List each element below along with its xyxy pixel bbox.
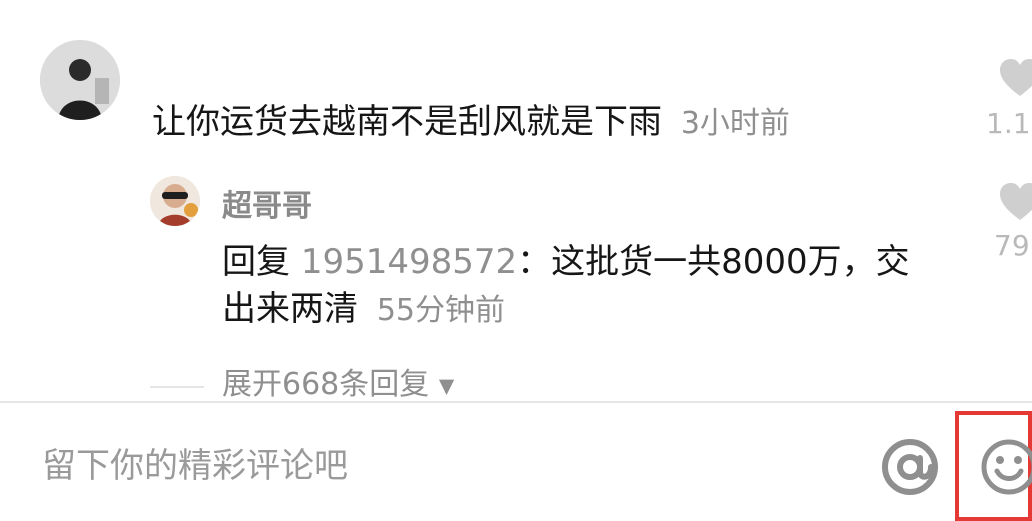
caret-down-icon: ▼ <box>438 373 455 398</box>
user-avatar-icon <box>40 40 120 120</box>
input-bar-top-divider <box>0 401 1032 403</box>
reply-username[interactable]: 超哥哥 <box>222 181 312 225</box>
comment-input-bar: 留下你的精彩评论吧 <box>0 401 1032 521</box>
reply-time: 55分钟前 <box>376 293 505 328</box>
comment-body: 让你运货去越南不是刮风就是下雨 <box>152 102 662 142</box>
comment-input-placeholder: 留下你的精彩评论吧 <box>42 446 348 486</box>
reply-body-line2: 出来两清 <box>222 289 358 329</box>
reply-author-avatar[interactable] <box>150 176 200 226</box>
reply-prefix: 回复 <box>222 242 290 282</box>
reply-like-button[interactable] <box>998 182 1032 224</box>
mention-button[interactable] <box>879 436 941 498</box>
reply-text-line1: 回复 1951498572：这批货一共8000万，交 <box>222 241 910 283</box>
reply-mention[interactable]: 1951498572 <box>301 242 517 282</box>
emoji-button[interactable] <box>978 436 1032 498</box>
expand-divider-line <box>150 386 204 388</box>
heart-icon <box>1000 183 1032 220</box>
comment-author-avatar[interactable] <box>40 40 120 120</box>
comment-time: 3小时前 <box>680 106 790 141</box>
reply-like-count: 79 <box>994 229 1030 262</box>
user-avatar-icon <box>150 176 200 226</box>
smile-emoji-icon <box>981 439 1032 495</box>
at-icon <box>882 439 938 495</box>
expand-replies-label: 展开668条回复 <box>222 367 430 402</box>
reply-text-line2: 出来两清 55分钟前 <box>222 288 505 332</box>
comment-input[interactable]: 留下你的精彩评论吧 <box>42 442 832 490</box>
heart-icon <box>1000 59 1032 96</box>
expand-replies-link[interactable]: 展开668条回复 ▼ <box>222 366 454 405</box>
comment-text: 让你运货去越南不是刮风就是下雨 3小时前 <box>152 101 790 145</box>
comment-like-count: 1.1 <box>986 107 1031 140</box>
comment-like-button[interactable] <box>998 58 1032 100</box>
reply-body-line1: ：这批货一共8000万，交 <box>517 242 910 282</box>
